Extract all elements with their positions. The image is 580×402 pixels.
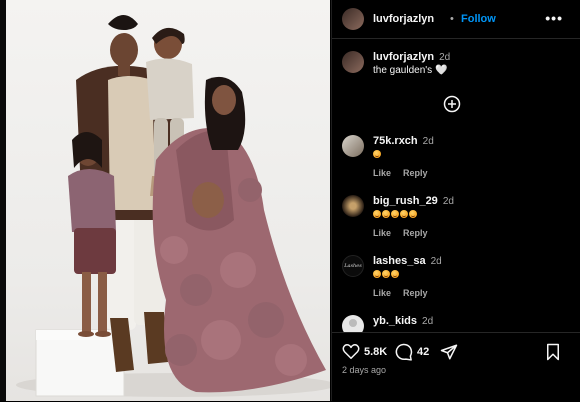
avatar-logo-text: Lashes [344,263,362,269]
comment-author: big_rush_29 2d [373,195,454,207]
comment-like-button[interactable]: Like [373,168,391,178]
comment-author: lashes_sa 2d [373,255,442,267]
comment-time: 2d [442,196,454,207]
comment-reply-button[interactable]: Reply [403,168,428,178]
comment-author: yb._kids 2d [373,315,433,327]
comment-emoji [373,149,382,160]
family-photo-illustration [16,15,330,397]
caption-author-avatar[interactable] [342,51,364,73]
comment-avatar[interactable] [342,195,364,217]
emoji-icon [373,270,381,279]
author-username[interactable]: luvforjazlyn [373,13,434,25]
comment-actions: Like Reply [373,288,440,298]
author-avatar[interactable] [342,8,364,30]
comment-time: 2d [430,256,442,267]
emoji-icon [391,270,399,279]
follow-button[interactable]: Follow [461,13,496,25]
comment-like-button[interactable]: Like [373,228,391,238]
emoji-icon [382,210,390,219]
comment-avatar[interactable]: Lashes [342,255,364,277]
emoji-icon [409,210,417,219]
share-icon[interactable] [440,343,458,361]
emoji-icon [382,270,390,279]
comment-icon[interactable] [395,343,413,361]
comment-reply-button[interactable]: Reply [403,288,428,298]
plus-circle-icon[interactable] [443,95,461,113]
comment-emoji [373,269,400,280]
comment-actions: Like Reply [373,228,440,238]
like-count[interactable]: 5.8K [364,346,387,358]
caption-time: 2d [439,52,451,63]
comment-like-button[interactable]: Like [373,288,391,298]
caption-author-username[interactable]: luvforjazlyn [373,51,434,63]
comment-reply-button[interactable]: Reply [403,228,428,238]
comment-avatar[interactable] [342,135,364,157]
comment-username[interactable]: big_rush_29 [373,195,438,207]
header-separator: • [450,13,454,25]
comment-emoji [373,209,418,220]
comment-time: 2d [422,316,434,327]
emoji-icon [391,210,399,219]
post-photo [6,0,330,401]
caption-author: luvforjazlyn 2d [373,51,450,63]
comment-username[interactable]: yb._kids [373,315,417,327]
comment-count[interactable]: 42 [417,346,429,358]
comment-actions: Like Reply [373,168,440,178]
post-detail-panel: luvforjazlyn • Follow ••• luvforjazlyn 2d… [331,0,580,402]
more-icon[interactable]: ••• [545,10,563,26]
comment-username[interactable]: 75k.rxch [373,135,418,147]
post-timestamp: 2 days ago [342,365,387,375]
emoji-icon [373,210,381,219]
heart-icon[interactable] [342,343,360,360]
comment-username[interactable]: lashes_sa [373,255,426,267]
comment-time: 2d [422,136,434,147]
emoji-icon [400,210,408,219]
bookmark-icon[interactable] [545,343,561,361]
emoji-icon [373,150,381,159]
post-actions-bar: 5.8K 42 2 days ago [332,332,580,402]
post-media[interactable] [0,0,330,401]
post-header: luvforjazlyn • Follow ••• [332,0,580,39]
comment-author: 75k.rxch 2d [373,135,434,147]
default-avatar-icon [349,319,357,327]
caption-text: the gaulden's 🤍 [373,65,448,76]
